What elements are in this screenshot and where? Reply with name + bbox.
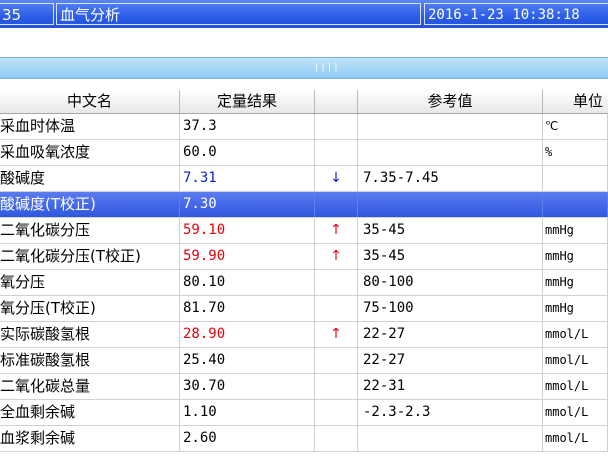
cell-reference: 35-45 [358,244,543,269]
cell-reference: 22-27 [358,322,543,347]
table-row[interactable]: 血浆剩余碱 2.60 mmol/L [0,426,608,452]
table-row[interactable]: 氧分压 80.10 80-100 mmHg [0,270,608,296]
cell-flag [315,374,358,399]
cell-value: 25.40 [180,348,315,373]
cell-reference [358,140,543,165]
arrow-down-icon: ↓ [315,166,358,191]
cell-name: 酸碱度 [0,166,180,191]
cell-unit: % [543,140,608,165]
table-row[interactable]: 实际碳酸氢根 28.90 ↑ 22-27 mmol/L [0,322,608,348]
cell-name: 采血吸氧浓度 [0,140,180,165]
cell-flag [315,348,358,373]
cell-reference [358,426,543,451]
report-title: 血气分析 [56,3,421,25]
cell-name: 血浆剩余碱 [0,426,180,451]
record-number: 35 [0,3,54,25]
cell-flag [315,192,358,217]
header-name[interactable]: 中文名 [0,90,180,113]
table-row[interactable]: 二氧化碳总量 30.70 22-31 mmol/L [0,374,608,400]
arrow-up-icon: ↑ [315,322,358,347]
table-row[interactable]: 二氧化碳分压 59.10 ↑ 35-45 mmHg [0,218,608,244]
cell-name: 二氧化碳分压 [0,218,180,243]
cell-value: 59.90 [180,244,315,269]
table-header: 中文名 定量结果 参考值 单位 [0,90,608,114]
cell-reference [358,192,543,217]
cell-name: 采血时体温 [0,114,180,139]
cell-reference: 22-31 [358,374,543,399]
panel-splitter[interactable]: |||| [0,57,608,79]
cell-unit: mmHg [543,270,608,295]
header-unit[interactable]: 单位 [543,90,608,113]
cell-unit: mmol/L [543,400,608,425]
cell-unit: mmol/L [543,348,608,373]
table-row[interactable]: 采血吸氧浓度 60.0% [0,140,608,166]
cell-reference: 35-45 [358,218,543,243]
cell-flag [315,114,358,139]
cell-flag [315,400,358,425]
cell-value: 30.70 [180,374,315,399]
table-row[interactable]: 全血剩余碱 1.10 -2.3-2.3 mmol/L [0,400,608,426]
table-row[interactable]: 采血时体温 37.3 ℃ [0,114,608,140]
cell-reference: 22-27 [358,348,543,373]
cell-unit: ℃ [543,114,608,139]
cell-unit: mmHg [543,296,608,321]
table-row[interactable]: 酸碱度(T校正) 7.30 [0,192,608,218]
cell-name: 氧分压 [0,270,180,295]
cell-value: 7.30 [180,192,315,217]
cell-flag [315,270,358,295]
table-row[interactable]: 二氧化碳分压(T校正) 59.90 ↑ 35-45 mmHg [0,244,608,270]
cell-name: 实际碳酸氢根 [0,322,180,347]
cell-value: 60.0 [180,140,315,165]
table-row[interactable]: 酸碱度 7.31 ↓ 7.35-7.45 [0,166,608,192]
cell-reference: 7.35-7.45 [358,166,543,191]
cell-reference [358,114,543,139]
cell-unit: mmol/L [543,374,608,399]
header-value[interactable]: 定量结果 [180,90,315,113]
cell-flag [315,296,358,321]
cell-reference: 75-100 [358,296,543,321]
report-datetime: 2016-1-23 10:38:18 [424,3,608,25]
cell-name: 氧分压(T校正) [0,296,180,321]
table-row[interactable]: 氧分压(T校正) 81.70 75-100 mmHg [0,296,608,322]
cell-name: 二氧化碳分压(T校正) [0,244,180,269]
cell-value: 7.31 [180,166,315,191]
cell-name: 酸碱度(T校正) [0,192,180,217]
cell-value: 59.10 [180,218,315,243]
cell-reference: 80-100 [358,270,543,295]
cell-flag [315,140,358,165]
cell-name: 全血剩余碱 [0,400,180,425]
report-title-bar: 35 血气分析 2016-1-23 10:38:18 [0,0,608,28]
cell-unit [543,166,608,191]
cell-value: 1.10 [180,400,315,425]
cell-value: 37.3 [180,114,315,139]
cell-unit: mmHg [543,218,608,243]
cell-name: 标准碳酸氢根 [0,348,180,373]
header-reference[interactable]: 参考值 [358,90,543,113]
cell-unit: mmol/L [543,426,608,451]
cell-reference: -2.3-2.3 [358,400,543,425]
cell-unit: mmol/L [543,322,608,347]
cell-flag [315,426,358,451]
splitter-grip-icon[interactable]: |||| [314,63,340,73]
arrow-up-icon: ↑ [315,218,358,243]
cell-value: 28.90 [180,322,315,347]
cell-unit: mmHg [543,244,608,269]
header-flag[interactable] [315,90,358,113]
cell-value: 80.10 [180,270,315,295]
arrow-up-icon: ↑ [315,244,358,269]
cell-value: 81.70 [180,296,315,321]
cell-value: 2.60 [180,426,315,451]
table-row[interactable]: 标准碳酸氢根 25.40 22-27 mmol/L [0,348,608,374]
cell-name: 二氧化碳总量 [0,374,180,399]
cell-unit [543,192,608,217]
